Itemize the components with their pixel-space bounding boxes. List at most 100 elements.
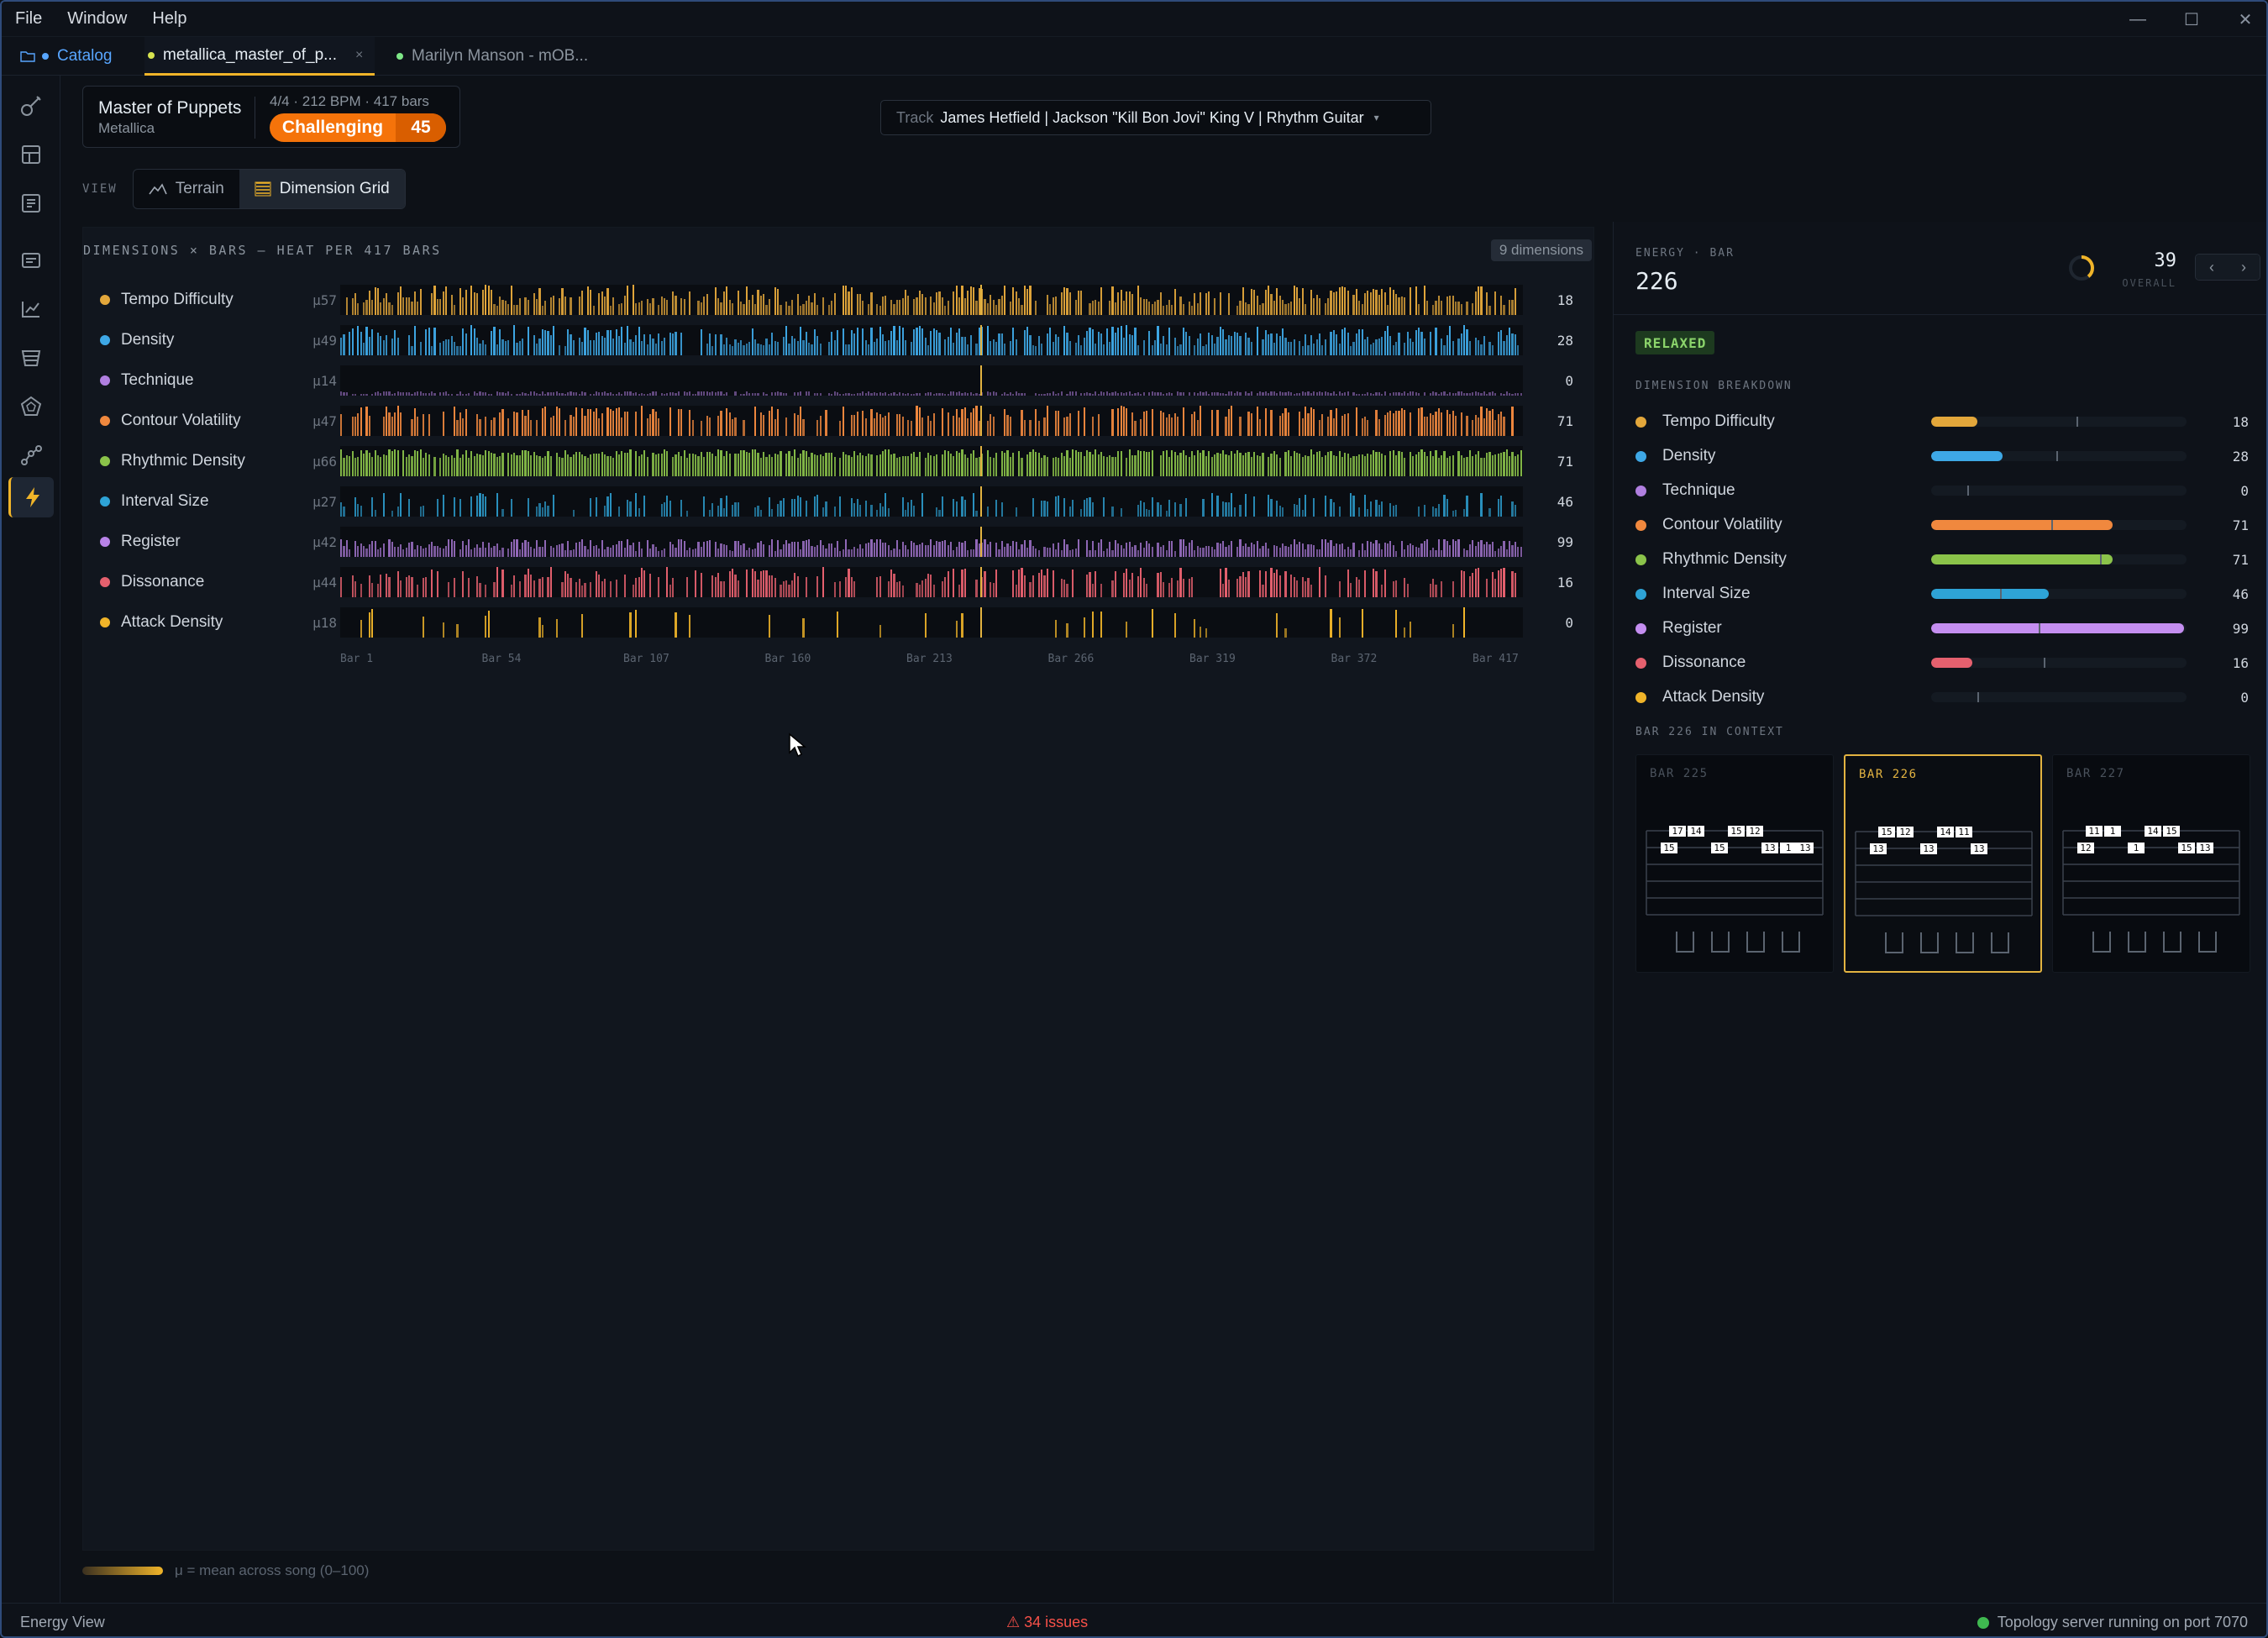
- heat-bar: [1437, 393, 1440, 396]
- flow-icon[interactable]: [8, 289, 54, 329]
- graph-icon[interactable]: [8, 435, 54, 475]
- sliders-icon[interactable]: [8, 240, 54, 281]
- context-bar-card[interactable]: BAR 226 15 12 14 11 13 13 13: [1844, 754, 2042, 973]
- heat-bar: [476, 337, 479, 355]
- context-bar-card[interactable]: BAR 225 17 14 15 12 15 15 13 1 13: [1635, 754, 1834, 973]
- view-grid-button[interactable]: Dimension Grid: [239, 170, 405, 208]
- minimize-icon[interactable]: —: [2129, 10, 2147, 29]
- dimension-row[interactable]: Attack Density μ18 0: [83, 606, 1595, 639]
- heat-bar: [570, 578, 572, 597]
- breakdown-bar-track: [1931, 417, 2187, 427]
- tab-song-other[interactable]: Marilyn Manson - mOB...: [396, 37, 588, 76]
- dimension-heat-track[interactable]: [340, 446, 1523, 476]
- view-terrain-button[interactable]: Terrain: [134, 170, 239, 208]
- heat-bar: [1452, 538, 1454, 557]
- maximize-icon[interactable]: ☐: [2182, 9, 2201, 30]
- heat-bar: [961, 542, 963, 557]
- dimension-row[interactable]: Contour Volatility μ47 71: [83, 404, 1595, 438]
- dimension-heat-track[interactable]: [340, 365, 1523, 396]
- heat-bar: [1293, 393, 1295, 396]
- heat-bar: [666, 451, 669, 476]
- layout-icon[interactable]: [8, 134, 54, 175]
- heat-bar: [553, 495, 555, 517]
- menu-help[interactable]: Help: [152, 9, 186, 29]
- heat-bar: [1035, 392, 1037, 396]
- radar-icon[interactable]: [8, 386, 54, 427]
- heat-bar: [842, 406, 844, 436]
- heat-bar: [570, 391, 572, 396]
- heat-bar: [881, 450, 885, 476]
- heat-bar: [1276, 613, 1278, 638]
- heat-bar: [885, 391, 887, 396]
- heat-bar: [1000, 296, 1003, 315]
- heat-bar: [921, 542, 924, 557]
- heat-bar: [1194, 549, 1196, 557]
- heat-bar: [1375, 290, 1378, 315]
- heat-bar: [986, 507, 989, 517]
- heat-bar: [1182, 539, 1184, 557]
- lightning-icon[interactable]: [8, 477, 54, 517]
- heat-bar: [408, 297, 411, 315]
- menu-window[interactable]: Window: [67, 9, 127, 29]
- heat-bar: [986, 450, 989, 476]
- heat-bar: [1307, 578, 1310, 597]
- dimension-heat-track[interactable]: [340, 567, 1523, 597]
- heat-bar: [1126, 568, 1128, 597]
- dimension-row[interactable]: Technique μ14 0: [83, 364, 1595, 397]
- heat-bar: [413, 291, 416, 315]
- heat-bar: [1435, 301, 1437, 315]
- dimension-row[interactable]: Rhythmic Density μ66 71: [83, 444, 1595, 478]
- heat-bar: [1196, 338, 1199, 355]
- heat-bar: [635, 392, 638, 396]
- dimension-heat-track[interactable]: [340, 406, 1523, 436]
- chevron-right-icon[interactable]: ›: [2228, 255, 2260, 280]
- heat-bar: [549, 392, 553, 396]
- heat-bar: [759, 510, 762, 517]
- context-bar-card[interactable]: BAR 227 11 1 14 15 12 1 15 13: [2052, 754, 2250, 973]
- heat-bar: [635, 493, 638, 517]
- tab-song-active[interactable]: metallica_master_of_p... ×: [144, 37, 375, 76]
- dimension-row[interactable]: Density μ49 28: [83, 323, 1595, 357]
- heat-bar: [953, 416, 955, 436]
- dimension-row[interactable]: Register μ42 99: [83, 525, 1595, 559]
- dimension-heat-track[interactable]: [340, 325, 1523, 355]
- dimension-heat-track[interactable]: [340, 486, 1523, 517]
- document-icon[interactable]: [8, 183, 54, 223]
- heat-bar: [527, 450, 530, 476]
- dimension-row[interactable]: Tempo Difficulty μ57 18: [83, 283, 1595, 317]
- menu-file[interactable]: File: [15, 9, 42, 29]
- layers-icon[interactable]: [8, 338, 54, 378]
- dimension-row[interactable]: Interval Size μ27 46: [83, 485, 1595, 518]
- heat-bar: [856, 549, 858, 557]
- dimension-heat-track[interactable]: [340, 527, 1523, 557]
- heat-bar: [501, 569, 504, 597]
- dimension-heat-track[interactable]: [340, 607, 1523, 638]
- tab-catalog[interactable]: Catalog: [20, 37, 113, 76]
- breakdown-row: Technique 0: [1635, 474, 2249, 507]
- heat-bar: [1142, 548, 1145, 557]
- heat-bar: [856, 412, 858, 436]
- heat-bar: [722, 455, 725, 476]
- breakdown-color-dot: [1635, 589, 1646, 600]
- heat-bar: [1494, 579, 1497, 597]
- heat-bar: [340, 391, 343, 396]
- heat-bar: [376, 332, 380, 355]
- tab-close-icon[interactable]: ×: [355, 48, 363, 63]
- heat-bar: [1400, 407, 1403, 436]
- heat-bar: [1352, 542, 1355, 557]
- chevron-left-icon[interactable]: ‹: [2196, 255, 2228, 280]
- heat-bar: [408, 454, 411, 476]
- dimension-heat-track[interactable]: [340, 285, 1523, 315]
- close-icon[interactable]: ✕: [2236, 9, 2255, 30]
- heat-bar: [1386, 304, 1389, 315]
- heat-bar: [1454, 392, 1457, 396]
- status-issues[interactable]: ⚠ 34 issues: [1006, 1614, 1088, 1631]
- heat-bar: [672, 577, 675, 597]
- track-select[interactable]: Track James Hetfield | Jackson "Kill Bon…: [880, 100, 1431, 135]
- heat-bar: [411, 418, 413, 436]
- heat-bar: [544, 329, 547, 355]
- dimension-row[interactable]: Dissonance μ44 16: [83, 565, 1595, 599]
- guitar-icon[interactable]: [8, 86, 54, 126]
- heat-bar: [1171, 417, 1173, 436]
- heat-bar: [623, 548, 626, 557]
